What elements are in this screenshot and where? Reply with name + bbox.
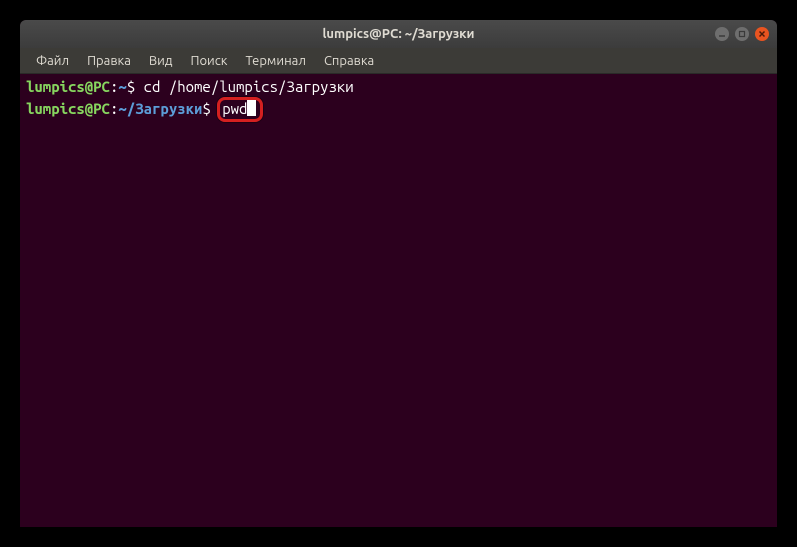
menu-file[interactable]: Файл	[28, 51, 77, 71]
menubar: Файл Правка Вид Поиск Терминал Справка	[20, 48, 777, 74]
terminal-body[interactable]: lumpics@PC:~$ cd /home/lumpics/Загрузки …	[20, 74, 777, 527]
window-controls	[715, 27, 769, 41]
prompt-user: lumpics@PC	[26, 78, 110, 95]
terminal-line: lumpics@PC:~/Загрузки$ pwd	[26, 97, 771, 122]
menu-terminal[interactable]: Терминал	[237, 51, 313, 71]
prompt-path: ~	[118, 78, 126, 95]
window-title: lumpics@PC: ~/Загрузки	[322, 27, 474, 41]
prompt-user: lumpics@PC	[26, 100, 110, 117]
cursor	[247, 100, 256, 116]
titlebar[interactable]: lumpics@PC: ~/Загрузки	[20, 20, 777, 48]
menu-edit[interactable]: Правка	[79, 51, 139, 71]
terminal-window: lumpics@PC: ~/Загрузки Файл Правка Вид П…	[20, 20, 777, 527]
prompt-dollar: $	[202, 100, 210, 117]
terminal-line: lumpics@PC:~$ cd /home/lumpics/Загрузки	[26, 78, 771, 97]
menu-search[interactable]: Поиск	[182, 51, 235, 71]
close-icon	[758, 30, 766, 38]
menu-view[interactable]: Вид	[141, 51, 181, 71]
minimize-button[interactable]	[715, 27, 729, 41]
close-button[interactable]	[755, 27, 769, 41]
menu-help[interactable]: Справка	[316, 51, 382, 71]
prompt-path: ~/Загрузки	[118, 100, 202, 117]
highlight-annotation: pwd	[217, 97, 263, 122]
terminal-command: cd /home/lumpics/Загрузки	[135, 78, 353, 95]
minimize-icon	[718, 30, 726, 38]
maximize-icon	[738, 30, 746, 38]
terminal-command-highlighted: pwd	[222, 100, 247, 117]
maximize-button[interactable]	[735, 27, 749, 41]
prompt-dollar: $	[127, 78, 135, 95]
